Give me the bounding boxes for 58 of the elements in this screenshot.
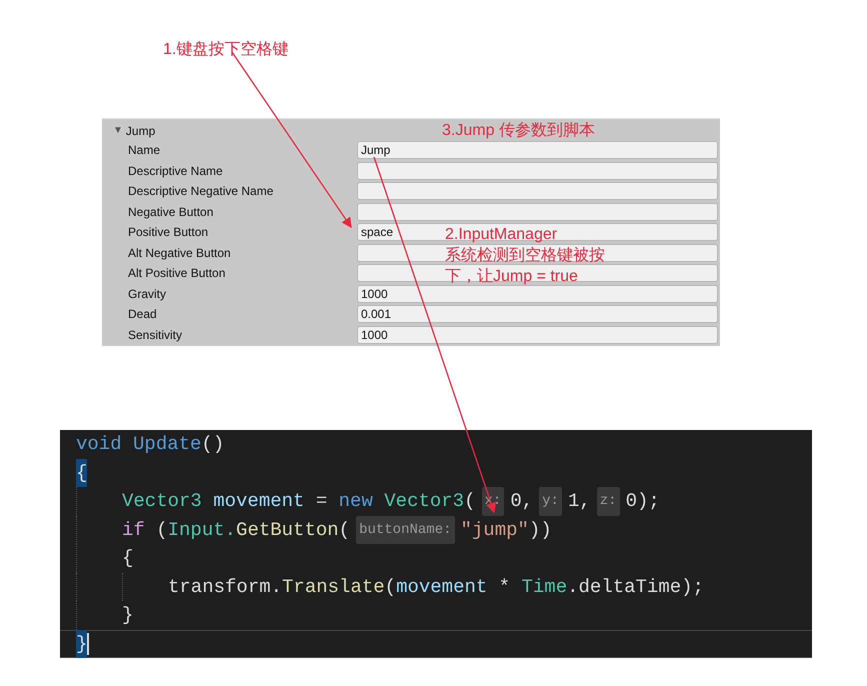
- code-token: 0,: [510, 489, 534, 514]
- foldout-arrow[interactable]: ▼: [113, 123, 123, 138]
- text-field[interactable]: [357, 244, 718, 262]
- annotation-text: 系统检测到空格键被按: [445, 246, 605, 266]
- code-token: .deltaTime);: [567, 574, 704, 600]
- code-token: Input.: [168, 518, 236, 542]
- code-token: Translate: [282, 574, 385, 600]
- text-field[interactable]: [357, 264, 718, 282]
- annotation-text: 3.Jump 传参数到脚本: [442, 120, 595, 141]
- code-token: }: [122, 603, 134, 628]
- code-token: new: [338, 489, 374, 514]
- text-field[interactable]: 1000: [357, 326, 718, 344]
- text-field[interactable]: [357, 182, 718, 200]
- code-token: Vector3: [122, 489, 203, 514]
- code-token: (: [156, 518, 168, 542]
- field-label: Alt Negative Button: [127, 244, 232, 262]
- field-label: Alt Positive Button: [127, 265, 226, 282]
- field-label: Name: [127, 142, 162, 160]
- code-token: movement: [213, 489, 304, 514]
- code-token: =: [314, 489, 328, 514]
- code-token: 0);: [626, 489, 660, 514]
- code-token: transform.: [168, 574, 282, 600]
- code-token: "jump": [460, 518, 529, 542]
- text-field[interactable]: [357, 162, 718, 180]
- field-label: Gravity: [127, 286, 168, 303]
- code-token: Time: [522, 574, 568, 600]
- code-token: *: [498, 574, 512, 600]
- field-label: Descriptive Name: [127, 162, 224, 180]
- code-token: movement: [396, 574, 488, 600]
- code-token: {: [76, 458, 88, 487]
- code-token: }: [76, 630, 88, 658]
- code-token: (: [338, 518, 350, 542]
- field-label: Negative Button: [127, 204, 214, 221]
- text-field[interactable]: 1000: [357, 284, 718, 303]
- code-token: Vector3: [384, 489, 464, 514]
- text-field[interactable]: 0.001: [357, 305, 718, 324]
- code-token: 1,: [568, 489, 591, 514]
- group-label: Jump: [126, 122, 156, 140]
- code-token: GetButton: [236, 518, 339, 542]
- text-field[interactable]: [357, 202, 718, 221]
- code-token: (: [464, 489, 476, 514]
- code-token: if: [122, 518, 146, 542]
- field-label: Descriptive Negative Name: [127, 183, 274, 200]
- annotation-text: 1.键盘按下空格键: [163, 40, 288, 60]
- text-field[interactable]: Jump: [357, 141, 718, 160]
- code-token: (: [384, 574, 396, 600]
- field-label: Dead: [127, 306, 158, 324]
- code-token: )): [528, 518, 552, 542]
- code-token: {: [122, 546, 134, 571]
- annotation-text: 下，让Jump = true: [445, 266, 579, 287]
- text-cursor: [87, 632, 90, 655]
- parameter-hint: y:: [539, 487, 562, 516]
- parameter-hint: buttonName:: [356, 516, 454, 544]
- code-token: void Update: [76, 432, 202, 457]
- field-label: Sensitivity: [127, 326, 184, 344]
- code-token: (): [201, 432, 224, 457]
- parameter-hint: z:: [596, 487, 620, 516]
- field-label: Positive Button: [127, 224, 210, 242]
